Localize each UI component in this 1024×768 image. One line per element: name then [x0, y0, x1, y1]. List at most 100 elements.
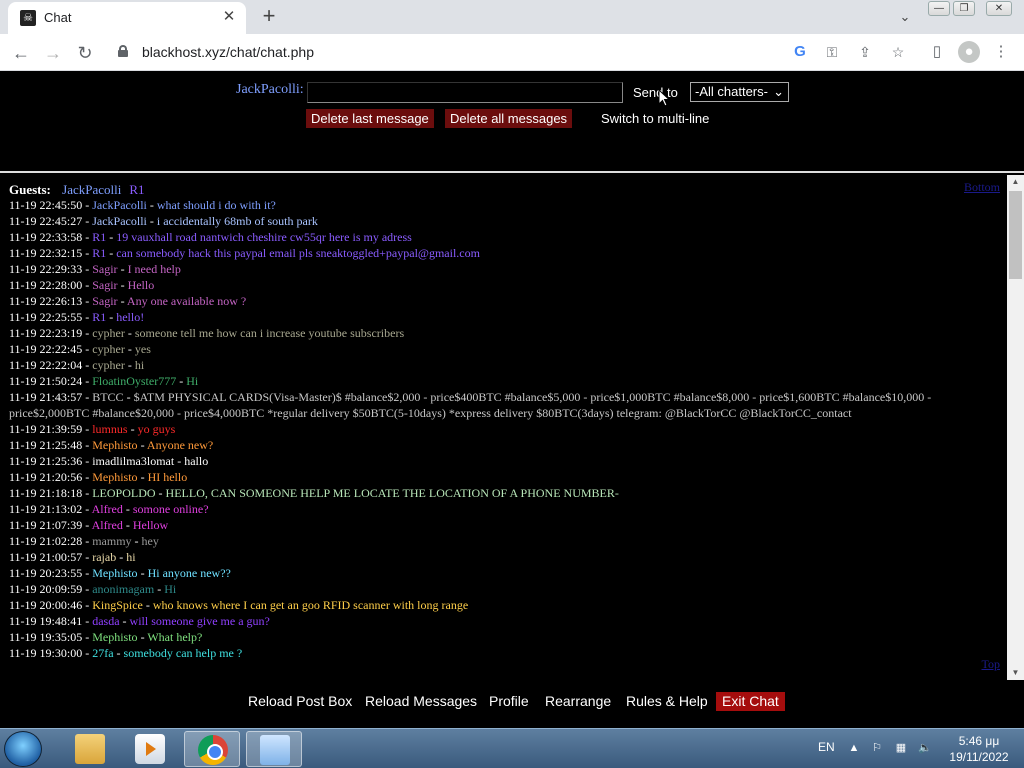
message-author: Mephisto	[92, 438, 138, 452]
chat-message: 11-19 21:39:59 - lumnus - yo guys	[9, 421, 969, 437]
message-scrollbar[interactable]: ▲ ▼	[1007, 175, 1024, 680]
action-center-flag-icon[interactable]: ⚐	[870, 741, 884, 755]
folder-icon	[75, 734, 105, 764]
rearrange-button[interactable]: Rearrange	[545, 693, 611, 709]
language-indicator[interactable]: EN	[818, 740, 835, 754]
nickname-label: JackPacolli:	[236, 82, 304, 97]
message-text: Hi	[164, 582, 177, 596]
scroll-down-arrow-icon[interactable]: ▼	[1007, 666, 1024, 680]
message-separator: -	[117, 278, 128, 292]
rules-help-button[interactable]: Rules & Help	[626, 693, 708, 709]
share-icon[interactable]: ⇪	[855, 42, 875, 62]
guest-name[interactable]: R1	[129, 182, 144, 197]
switch-multiline-button[interactable]: Switch to multi-line	[601, 111, 709, 126]
chat-message: 11-19 21:18:18 - LEOPOLDO - HELLO, CAN S…	[9, 485, 969, 501]
chat-message: 11-19 20:00:46 - KingSpice - who knows w…	[9, 597, 969, 613]
chat-message: 11-19 19:35:05 - Mephisto - What help?	[9, 629, 969, 645]
message-separator: -	[174, 454, 185, 468]
message-author: Alfred	[91, 518, 123, 532]
taskbar-media-player[interactable]	[122, 731, 178, 767]
show-hidden-icons-arrow-icon[interactable]: ▲	[847, 741, 861, 755]
mouse-cursor-icon	[658, 89, 670, 107]
message-timestamp: 11-19 19:30:00 -	[9, 646, 93, 660]
message-separator: -	[106, 246, 117, 260]
url-text[interactable]: blackhost.xyz/chat/chat.php	[142, 44, 314, 60]
browser-toolbar: ← → ↻ blackhost.xyz/chat/chat.php G ⚿ ⇪ …	[0, 34, 1024, 71]
message-timestamp: 11-19 21:25:36 -	[9, 454, 93, 468]
clock-time[interactable]: 5:46 μμ	[944, 734, 1014, 748]
scroll-thumb[interactable]	[1009, 191, 1022, 279]
message-author: cypher	[92, 342, 125, 356]
minimize-window-button[interactable]: —	[928, 1, 950, 16]
reload-icon[interactable]: ↻	[72, 40, 98, 66]
message-timestamp: 11-19 21:02:28 -	[9, 534, 93, 548]
side-panel-icon[interactable]: ▯	[926, 41, 948, 63]
message-separator: -	[142, 598, 153, 612]
chat-message: 11-19 21:20:56 - Mephisto - HI hello	[9, 469, 969, 485]
profile-avatar-icon[interactable]: ●	[958, 41, 980, 63]
message-separator: -	[123, 390, 134, 404]
menu-kebab-icon[interactable]: ⋮	[990, 41, 1012, 63]
reload-messages-button[interactable]: Reload Messages	[365, 693, 477, 709]
message-timestamp: 11-19 20:09:59 -	[9, 582, 93, 596]
message-author: JackPacolli	[92, 198, 147, 212]
bottom-link[interactable]: Bottom	[964, 180, 1000, 195]
volume-icon[interactable]: 🔈	[918, 741, 932, 755]
message-input[interactable]	[307, 82, 623, 103]
back-arrow-icon[interactable]: ←	[8, 40, 34, 66]
message-separator: -	[106, 310, 117, 324]
send-to-select[interactable]: -All chatters- ⌄	[690, 82, 789, 102]
google-lens-icon[interactable]: G	[790, 42, 810, 62]
taskbar-paint[interactable]	[246, 731, 302, 767]
start-button[interactable]	[4, 731, 42, 767]
delete-last-message-button[interactable]: Delete last message	[306, 109, 434, 128]
restore-window-button[interactable]: ❐	[953, 1, 975, 16]
key-icon[interactable]: ⚿	[822, 42, 842, 62]
send-to-label[interactable]: Send to	[633, 85, 678, 100]
close-tab-icon[interactable]: ✕	[220, 8, 238, 26]
tab-search-chevron-icon[interactable]: ⌄	[894, 6, 916, 28]
chat-page: JackPacolli: Send to -All chatters- ⌄ De…	[0, 71, 1024, 728]
forward-arrow-icon[interactable]: →	[40, 40, 66, 66]
new-tab-button[interactable]: +	[256, 4, 282, 30]
message-author: R1	[92, 230, 107, 244]
message-separator: -	[137, 566, 148, 580]
chrome-icon	[198, 735, 228, 765]
message-timestamp: 11-19 22:29:33 -	[9, 262, 93, 276]
message-author: Alfred	[91, 502, 123, 516]
address-bar[interactable]: blackhost.xyz/chat/chat.php G ⚿ ⇪ ☆	[110, 37, 916, 67]
delete-all-messages-button[interactable]: Delete all messages	[445, 109, 573, 128]
message-text: 19 vauxhall road nantwich cheshire cw55q…	[116, 230, 412, 244]
pirate-flag-icon: ☠	[20, 10, 36, 26]
top-link[interactable]: Top	[982, 657, 1001, 672]
chat-message: 11-19 22:28:00 - Sagir - Hello	[9, 277, 969, 293]
message-timestamp: 11-19 21:25:48 -	[9, 438, 93, 452]
message-timestamp: 11-19 19:48:41 -	[9, 614, 93, 628]
clock-date[interactable]: 19/11/2022	[944, 750, 1014, 764]
close-window-button[interactable]: ✕	[986, 1, 1012, 16]
send-to-selected: -All chatters-	[695, 84, 768, 99]
message-text: $ATM PHYSICAL CARDS(Visa-Master)$ #balan…	[9, 390, 932, 420]
message-timestamp: 11-19 21:18:18 -	[9, 486, 93, 500]
message-timestamp: 11-19 22:23:19 -	[9, 326, 93, 340]
message-text: hey	[141, 534, 159, 548]
profile-button[interactable]: Profile	[489, 693, 529, 709]
taskbar-chrome[interactable]	[184, 731, 240, 767]
message-separator: -	[122, 518, 133, 532]
bookmark-star-icon[interactable]: ☆	[888, 42, 908, 62]
scroll-up-arrow-icon[interactable]: ▲	[1007, 175, 1024, 189]
message-author: Mephisto	[92, 470, 138, 484]
message-separator: -	[146, 214, 157, 228]
lock-icon	[118, 45, 128, 57]
browser-tab[interactable]: ☠ Chat ✕	[8, 2, 246, 34]
media-player-icon	[135, 734, 165, 764]
message-author: FloatinOyster777	[92, 374, 177, 388]
taskbar-file-explorer[interactable]	[62, 731, 118, 767]
message-separator: -	[154, 582, 165, 596]
exit-chat-button[interactable]: Exit Chat	[716, 692, 785, 711]
guest-name[interactable]: JackPacolli	[62, 182, 121, 197]
reload-post-box-button[interactable]: Reload Post Box	[248, 693, 352, 709]
message-text: what should i do with it?	[156, 198, 276, 212]
chevron-down-icon: ⌄	[773, 84, 784, 99]
network-icon[interactable]: ▦	[894, 741, 908, 755]
